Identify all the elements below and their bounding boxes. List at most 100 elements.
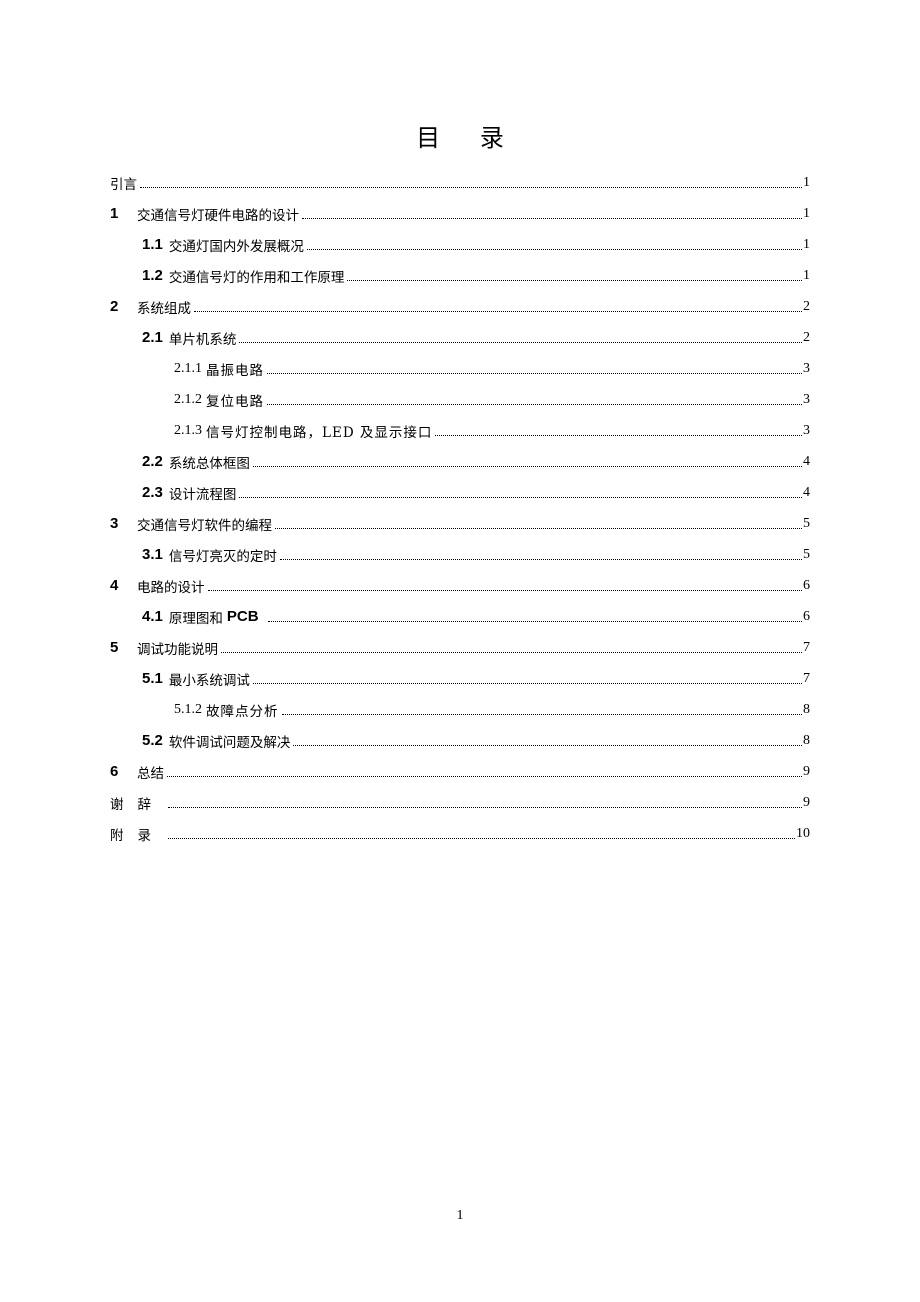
dot-leader [267, 359, 802, 374]
toc-entry[interactable]: 1.2 交通信号灯的作用和工作原理 1 [110, 260, 810, 291]
dot-leader [167, 762, 802, 777]
toc-entry-page: 1 [803, 205, 810, 221]
toc-entry[interactable]: 5.2 软件调试问题及解决 8 [110, 725, 810, 756]
toc-entry-number: 1 [110, 205, 119, 222]
toc-entry[interactable]: 1.1 交通灯国内外发展概况 1 [110, 229, 810, 260]
toc-entry-label: 附录 [110, 823, 167, 844]
toc-entry-label: 5 调试功能说明 [110, 637, 220, 658]
dot-leader [194, 297, 802, 312]
title-char-1: 目 [416, 124, 441, 152]
toc-entry[interactable]: 3.1 信号灯亮灭的定时 5 [110, 539, 810, 570]
toc-entry-number: 5 [110, 639, 119, 656]
toc-entry-number: 2 [110, 298, 119, 315]
dot-leader [140, 173, 802, 188]
toc-entry-label: 引言 [110, 172, 139, 193]
toc-entry-label: 4.1 原理图和 PCB [142, 606, 267, 627]
toc-entry-number: 5.1 [142, 670, 163, 687]
toc-entry-page: 1 [803, 174, 810, 190]
toc-entry[interactable]: 2.3 设计流程图 4 [110, 477, 810, 508]
toc-entry-label: 4 电路的设计 [110, 575, 207, 596]
toc-entry-page: 2 [803, 329, 810, 345]
toc-entry-label: 3 交通信号灯软件的编程 [110, 513, 274, 534]
toc-entry-label: 谢辞 [110, 792, 167, 813]
toc-entry-text: 电路的设计 [137, 579, 205, 596]
toc-entry-text: 调试功能说明 [137, 641, 218, 658]
dot-leader [168, 824, 795, 839]
toc-entry-page: 4 [803, 453, 810, 469]
toc-entry[interactable]: 2.1.3 信号灯控制电路，LED 及显示接口 3 [110, 415, 810, 446]
toc-entry[interactable]: 附录 10 [110, 818, 810, 849]
dot-leader [252, 669, 802, 684]
toc-entry-text: 信号灯亮灭的定时 [168, 548, 277, 565]
dot-leader [267, 607, 802, 622]
dot-leader [239, 483, 802, 498]
toc-entry-label: 2.1.1 晶振电路 [174, 358, 266, 379]
toc-entry-number: 6 [110, 763, 119, 780]
toc-entry[interactable]: 6 总结 9 [110, 756, 810, 787]
toc-entry-number: 2.1.2 [174, 391, 202, 407]
toc-entry-page: 3 [803, 391, 810, 407]
toc-title: 目 录 [0, 118, 920, 153]
toc-entry-page: 7 [803, 670, 810, 686]
toc-entry[interactable]: 引言 1 [110, 167, 810, 198]
toc-entry-number: 5.1.2 [174, 701, 202, 717]
toc-entry-page: 3 [803, 360, 810, 376]
toc-entry[interactable]: 2.1.1 晶振电路 3 [110, 353, 810, 384]
toc-entry-number: 2.1.3 [174, 422, 202, 438]
toc-entry-label: 2 系统组成 [110, 296, 193, 317]
toc-entry[interactable]: 2.1 单片机系统 2 [110, 322, 810, 353]
dot-leader [207, 576, 802, 591]
toc-entry[interactable]: 2.2 系统总体框图 4 [110, 446, 810, 477]
toc-entry-label: 2.2 系统总体框图 [142, 451, 252, 472]
toc-entry-number: 2.3 [142, 484, 163, 501]
toc-entry-number: 1.2 [142, 267, 163, 284]
dot-leader [279, 545, 802, 560]
dot-leader [302, 204, 802, 219]
toc-entry-text: 软件调试问题及解决 [168, 734, 291, 751]
toc-entry-page: 2 [803, 298, 810, 314]
toc-entry-text: 系统总体框图 [168, 455, 250, 472]
toc-entry[interactable]: 4.1 原理图和 PCB 6 [110, 601, 810, 632]
toc-entry-text: 系统组成 [137, 300, 191, 317]
toc-entry-page: 8 [803, 701, 810, 717]
toc-entry-label: 2.1 单片机系统 [142, 327, 239, 348]
toc-entry-number: 5.2 [142, 732, 163, 749]
dot-leader [347, 266, 802, 281]
toc-entry-page: 1 [803, 236, 810, 252]
toc-entry-label: 1 交通信号灯硬件电路的设计 [110, 203, 301, 224]
dot-leader [252, 452, 802, 467]
toc-entry-page: 3 [803, 422, 810, 438]
toc-entry-page: 9 [803, 794, 810, 810]
toc-entry-label: 2.3 设计流程图 [142, 482, 239, 503]
toc-entry[interactable]: 5.1.2 故障点分析 8 [110, 694, 810, 725]
toc-entry-page: 6 [803, 608, 810, 624]
toc-entry[interactable]: 2.1.2 复位电路 3 [110, 384, 810, 415]
toc-entry-text: 晶振电路 [206, 362, 264, 379]
toc-entry-number: 2.2 [142, 453, 163, 470]
toc-entry[interactable]: 4 电路的设计 6 [110, 570, 810, 601]
toc-entry-page: 5 [803, 515, 810, 531]
toc-entry-text: 最小系统调试 [168, 672, 250, 689]
dot-leader [293, 731, 802, 746]
table-of-contents: 引言 1 1 交通信号灯硬件电路的设计 1 1.1 交通灯国内外发展概况 1 1.2 交通信号灯的… [110, 167, 810, 849]
toc-entry-page: 4 [803, 484, 810, 500]
dot-leader [275, 514, 802, 529]
toc-entry-label: 2.1.3 信号灯控制电路，LED 及显示接口 [174, 420, 435, 441]
toc-entry-text: 交通信号灯的作用和工作原理 [168, 269, 345, 286]
toc-entry-page: 8 [803, 732, 810, 748]
toc-entry[interactable]: 谢辞 9 [110, 787, 810, 818]
toc-entry[interactable]: 5.1 最小系统调试 7 [110, 663, 810, 694]
toc-entry-page: 10 [796, 825, 810, 841]
dot-leader [281, 700, 802, 715]
toc-entry[interactable]: 5 调试功能说明 7 [110, 632, 810, 663]
toc-entry-label: 1.1 交通灯国内外发展概况 [142, 234, 306, 255]
toc-entry-label: 3.1 信号灯亮灭的定时 [142, 544, 279, 565]
toc-entry-text: 故障点分析 [206, 703, 279, 720]
toc-entry[interactable]: 3 交通信号灯软件的编程 5 [110, 508, 810, 539]
toc-entry-text: 交通信号灯软件的编程 [137, 517, 272, 534]
toc-entry-label: 2.1.2 复位电路 [174, 389, 266, 410]
toc-entry-number: 3 [110, 515, 119, 532]
toc-entry[interactable]: 2 系统组成 2 [110, 291, 810, 322]
toc-entry-label: 6 总结 [110, 761, 166, 782]
toc-entry[interactable]: 1 交通信号灯硬件电路的设计 1 [110, 198, 810, 229]
